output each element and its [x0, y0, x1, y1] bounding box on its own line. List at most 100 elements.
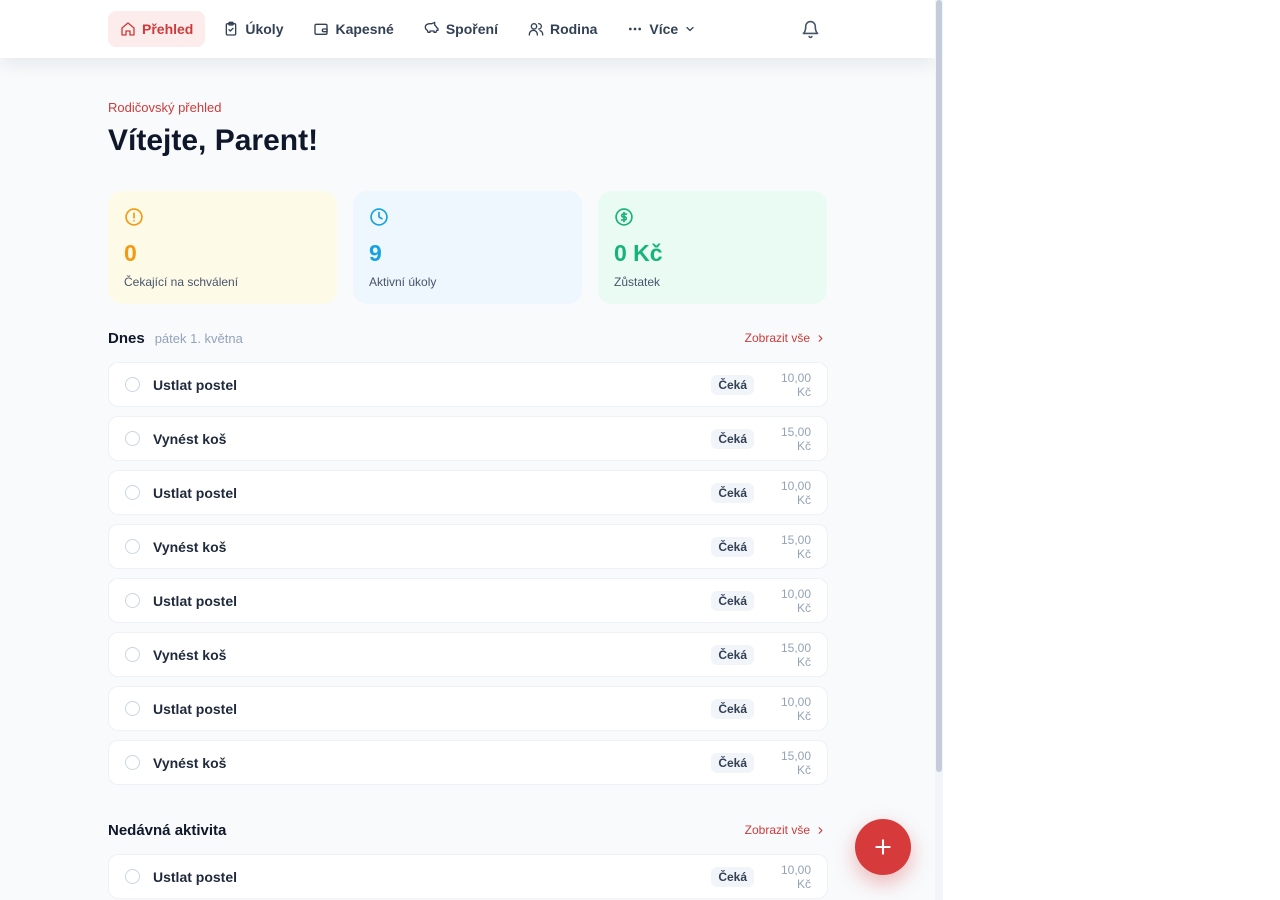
recent-section-header: Nedávná aktivita Zobrazit vše: [108, 820, 826, 840]
clipboard-icon: [226, 21, 237, 36]
alert-circle-icon: [125, 208, 143, 226]
task-row[interactable]: Vynést koš Čeká 15,00 Kč: [108, 416, 828, 461]
task-row[interactable]: Ustlat postel Čeká 10,00 Kč: [108, 578, 828, 623]
stat-card-balance[interactable]: 0 Kč Zůstatek: [598, 191, 827, 304]
section-title: Dnes: [108, 329, 145, 347]
task-checkbox[interactable]: [125, 755, 140, 770]
today-section-header: Dnes pátek 1. května Zobrazit vše: [108, 328, 826, 348]
status-badge: Čeká: [711, 644, 754, 665]
status-badge: Čeká: [711, 752, 754, 773]
clock-icon: [370, 208, 388, 226]
app-main: Přehled Úkoly Kapesné Spoření Rodina Víc…: [0, 0, 935, 900]
home-icon: [121, 22, 135, 36]
task-amount: 10,00 Kč: [780, 370, 811, 399]
more-dots-icon: [629, 27, 642, 31]
task-name: Vynést koš: [153, 754, 227, 771]
stat-card-active-tasks[interactable]: 9 Aktivní úkoly: [353, 191, 582, 304]
task-amount: 15,00 Kč: [780, 748, 811, 777]
task-checkbox[interactable]: [125, 431, 140, 446]
stat-card-pending[interactable]: 0 Čekající na schválení: [108, 191, 337, 304]
task-row[interactable]: Ustlat postel Čeká 10,00 Kč: [108, 854, 828, 899]
users-icon: [528, 23, 544, 36]
nav-item-label: Kapesné: [335, 21, 394, 37]
task-amount: 10,00 Kč: [780, 694, 811, 723]
stat-value: 0: [124, 240, 137, 266]
task-row[interactable]: Ustlat postel Čeká 10,00 Kč: [108, 362, 828, 407]
task-checkbox[interactable]: [125, 647, 140, 662]
task-amount: 10,00 Kč: [780, 478, 811, 507]
stat-label: Zůstatek: [614, 275, 661, 289]
status-badge: Čeká: [711, 590, 754, 611]
show-all-label: Zobrazit vše: [744, 823, 810, 837]
nav-item-family[interactable]: Rodina: [516, 11, 609, 47]
task-row[interactable]: Vynést koš Čeká 15,00 Kč: [108, 740, 828, 785]
task-name: Ustlat postel: [153, 376, 238, 393]
task-name: Vynést koš: [153, 430, 227, 447]
section-title: Nedávná aktivita: [108, 821, 227, 839]
piggy-bank-icon: [424, 21, 439, 33]
task-name: Vynést koš: [153, 538, 227, 555]
task-amount: 15,00 Kč: [780, 532, 811, 561]
task-row[interactable]: Vynést koš Čeká 15,00 Kč: [108, 632, 828, 677]
nav-item-label: Úkoly: [245, 21, 284, 37]
task-row[interactable]: Vynést koš Čeká 15,00 Kč: [108, 524, 828, 569]
nav-item-label: Přehled: [142, 21, 194, 37]
nav-item-label: Spoření: [445, 21, 498, 37]
section-date: pátek 1. května: [154, 330, 243, 346]
page-eyebrow: Rodičovský přehled: [108, 100, 222, 115]
task-checkbox[interactable]: [125, 539, 140, 554]
task-name: Ustlat postel: [153, 592, 238, 609]
task-name: Ustlat postel: [153, 700, 238, 717]
page-scrollbar[interactable]: [935, 0, 943, 900]
nav-item-label: Více: [649, 21, 679, 37]
task-amount: 15,00 Kč: [780, 640, 811, 669]
task-name: Ustlat postel: [153, 868, 238, 885]
bell-icon: [802, 20, 818, 38]
dollar-circle-icon: [615, 208, 633, 226]
show-all-link[interactable]: Zobrazit vše: [745, 823, 826, 837]
recent-task-list: Ustlat postel Čeká 10,00 Kč: [108, 854, 828, 900]
task-row[interactable]: Ustlat postel Čeká 10,00 Kč: [108, 470, 828, 515]
today-task-list: Ustlat postel Čeká 10,00 Kč Vynést koš Č…: [108, 362, 828, 794]
nav-item-tasks[interactable]: Úkoly: [211, 11, 295, 47]
nav-item-allowance[interactable]: Kapesné: [301, 11, 405, 47]
task-checkbox[interactable]: [125, 593, 140, 608]
task-checkbox[interactable]: [125, 701, 140, 716]
task-amount: 10,00 Kč: [780, 586, 811, 615]
notifications-button[interactable]: [799, 18, 821, 40]
task-checkbox[interactable]: [125, 485, 140, 500]
task-amount: 15,00 Kč: [780, 424, 811, 453]
nav-item-savings[interactable]: Spoření: [412, 11, 510, 47]
show-all-label: Zobrazit vše: [744, 331, 810, 345]
wallet-icon: [314, 23, 329, 35]
task-checkbox[interactable]: [125, 377, 140, 392]
nav-item-overview[interactable]: Přehled: [108, 11, 206, 47]
status-badge: Čeká: [711, 536, 754, 557]
chevron-down-icon: [686, 26, 694, 32]
status-badge: Čeká: [711, 482, 754, 503]
chevron-right-icon: [818, 334, 823, 342]
plus-icon: [875, 839, 891, 855]
main-nav: Přehled Úkoly Kapesné Spoření Rodina Víc…: [108, 11, 708, 47]
status-badge: Čeká: [711, 428, 754, 449]
task-row[interactable]: Ustlat postel Čeká 10,00 Kč: [108, 686, 828, 731]
status-badge: Čeká: [711, 374, 754, 395]
status-badge: Čeká: [711, 698, 754, 719]
show-all-link[interactable]: Zobrazit vše: [745, 331, 826, 345]
task-name: Vynést koš: [153, 646, 227, 663]
page-title: Vítejte, Parent!: [108, 124, 319, 157]
nav-item-more[interactable]: Více: [615, 11, 708, 47]
task-name: Ustlat postel: [153, 484, 238, 501]
nav-item-label: Rodina: [549, 21, 598, 37]
status-badge: Čeká: [711, 866, 754, 887]
top-navigation: Přehled Úkoly Kapesné Spoření Rodina Víc…: [0, 0, 935, 58]
task-amount: 10,00 Kč: [780, 862, 811, 891]
stat-label: Aktivní úkoly: [369, 275, 437, 289]
add-task-button[interactable]: [855, 819, 911, 875]
stat-value: 9: [369, 240, 382, 266]
task-checkbox[interactable]: [125, 869, 140, 884]
stat-label: Čekající na schválení: [124, 275, 239, 289]
chevron-right-icon: [818, 826, 823, 834]
stat-value: 0 Kč: [614, 240, 663, 266]
scrollbar-thumb[interactable]: [936, 0, 942, 772]
